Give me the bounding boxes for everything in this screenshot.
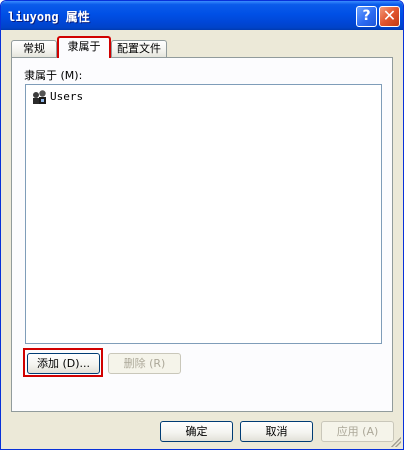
tab-general[interactable]: 常规 <box>11 40 57 57</box>
close-icon: ✕ <box>382 6 397 25</box>
member-of-listbox[interactable]: Users <box>25 84 382 344</box>
title-bar[interactable]: liuyong 属性 ? ✕ <box>1 1 403 30</box>
apply-button[interactable]: 应用 (A) <box>321 421 394 442</box>
properties-dialog: liuyong 属性 ? ✕ 常规 隶属于 配置文件 隶属于 (M): User… <box>0 0 404 450</box>
member-of-label: 隶属于 (M): <box>24 69 83 82</box>
help-button[interactable]: ? <box>356 6 377 27</box>
remove-button[interactable]: 删除 (R) <box>108 353 181 374</box>
cancel-button[interactable]: 取消 <box>240 421 313 442</box>
list-item-label: Users <box>50 90 84 103</box>
help-icon: ? <box>362 8 371 24</box>
add-button[interactable]: 添加 (D)... <box>27 353 100 374</box>
ok-button[interactable]: 确定 <box>160 421 233 442</box>
tab-member-of[interactable]: 隶属于 <box>57 36 111 58</box>
tab-profile[interactable]: 配置文件 <box>111 40 167 57</box>
close-button[interactable]: ✕ <box>379 6 400 27</box>
tab-panel: 隶属于 (M): Users 添加 (D)... 删除 (R) <box>11 57 393 412</box>
resize-grip-icon[interactable] <box>391 437 401 447</box>
users-group-icon <box>33 90 46 104</box>
window-title: liuyong 属性 <box>8 10 90 24</box>
